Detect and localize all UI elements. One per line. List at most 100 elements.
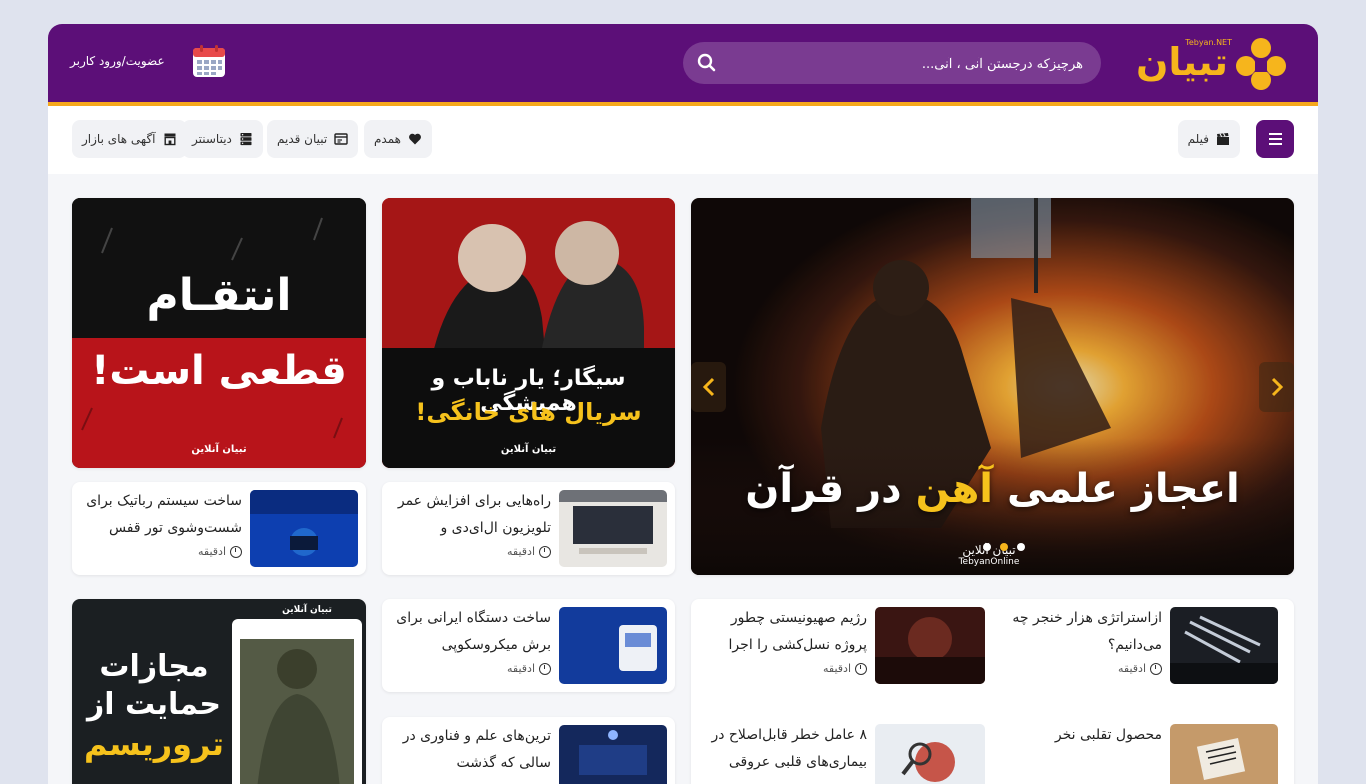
- store-icon: [164, 133, 176, 146]
- slider-next-button[interactable]: [1259, 362, 1294, 412]
- news-time: ادقیقه: [1118, 662, 1162, 675]
- poster-revenge-image: [72, 198, 366, 468]
- calendar-icon[interactable]: [192, 44, 226, 78]
- news-thumbnail: [1170, 724, 1278, 784]
- nav-item-market-ads[interactable]: آگهی های بازار: [72, 120, 187, 158]
- slider-dot[interactable]: [1017, 543, 1026, 551]
- search-icon[interactable]: [697, 53, 717, 73]
- logo-mark-icon: [1236, 38, 1286, 90]
- news-title[interactable]: محصول تقلبی نخر: [1012, 722, 1162, 749]
- news-card[interactable]: ترین‌های علم و فناوری در سالی که گذشت: [382, 717, 675, 784]
- nav-item-label: همدم: [374, 132, 401, 146]
- microscope-thumbnail-image: [559, 607, 667, 684]
- hamburger-menu-button[interactable]: [1256, 120, 1294, 158]
- nav-item-hamdam[interactable]: همدم: [364, 120, 432, 158]
- news-thumbnail: [875, 607, 985, 684]
- news-title[interactable]: ازاستراتژی هزار خنجر چه می‌دانیم؟: [1012, 605, 1162, 659]
- login-link[interactable]: عضویت/ورود کاربر: [70, 54, 165, 68]
- poster-cigar[interactable]: سیگار؛ یار ناباب و همیشگی سریال های خانگ…: [382, 198, 675, 468]
- news-time-text: ادقیقه: [1118, 662, 1146, 675]
- clock-icon: [855, 662, 867, 675]
- daggers-thumbnail-image: [1170, 607, 1278, 684]
- hamburger-line: [1269, 143, 1282, 145]
- poster-revenge[interactable]: انتقـام قطعی است! تبیان آنلاین: [72, 198, 366, 468]
- news-item[interactable]: ۸ عامل خطر قابل‌اصلاح در بیماری‌های قلبی…: [703, 716, 993, 784]
- search-bar: [683, 42, 1101, 84]
- poster-revenge-line2: قطعی است!: [91, 348, 347, 394]
- nav-item-old-tebyan[interactable]: تبیان قدیم: [267, 120, 359, 158]
- heart-icon: [409, 133, 421, 145]
- server-icon: [240, 133, 252, 146]
- news-title[interactable]: ساخت سیستم رباتیک برای شست‌وشوی تور قفس: [82, 488, 242, 542]
- news-item[interactable]: محصول تقلبی نخر: [996, 716, 1286, 784]
- poster-cigar-image: [382, 198, 675, 468]
- science-year-thumbnail-image: [559, 725, 667, 784]
- chevron-left-icon: [702, 377, 715, 397]
- news-time-text: ادقیقه: [823, 662, 851, 675]
- robot-thumbnail-image: [250, 490, 358, 567]
- poster-terrorism-line2: حمایت از: [86, 687, 222, 722]
- news-item[interactable]: رژیم صهیونیستی چطور پروژه نسل‌کشی را اجر…: [703, 599, 993, 689]
- clock-icon: [539, 662, 551, 675]
- news-thumbnail: [559, 607, 667, 684]
- news-time-text: ادقیقه: [507, 545, 535, 558]
- slider-prev-button[interactable]: [691, 362, 726, 412]
- news-time: ادقیقه: [823, 662, 867, 675]
- nav-item-film[interactable]: فیلم: [1177, 120, 1240, 158]
- top-header: تبیان Tebyan.NET عضویت/ورود کاربر: [48, 24, 1318, 106]
- clapperboard-icon: [1217, 133, 1229, 145]
- slider-dot[interactable]: [983, 543, 991, 551]
- poster-terrorism-brand: تبیان آنلاین: [282, 605, 332, 615]
- hamburger-line: [1269, 133, 1282, 135]
- slider-dot-active[interactable]: [1000, 543, 1009, 551]
- poster-revenge-line1: انتقـام: [146, 270, 292, 321]
- nav-item-label: فیلم: [1187, 132, 1209, 146]
- news-card[interactable]: ساخت سیستم رباتیک برای شست‌وشوی تور قفس …: [72, 482, 366, 575]
- hero-brand-en: TebyanOnline: [958, 557, 1020, 567]
- page-frame: تبیان Tebyan.NET عضویت/ورود کاربر: [48, 24, 1318, 784]
- slider-dots: [981, 536, 1027, 555]
- poster-cigar-brand: تبیان آنلاین: [500, 444, 557, 455]
- nav-item-label: دیتاسنتر: [192, 132, 232, 146]
- poster-revenge-brand: تبیان آنلاین: [191, 444, 247, 455]
- news-thumbnail: [875, 724, 985, 784]
- zionism-thumbnail-image: [875, 607, 985, 684]
- poster-terrorism[interactable]: مجازات حمایت از تروریسم تبیان آنلاین: [72, 599, 366, 784]
- poster-terrorism-line3: تروریسم: [84, 725, 224, 763]
- nav-bar: فیلم همدم تبیان قدیم دیتاسنتر آگهی های ب…: [48, 106, 1318, 174]
- hero-title-part1: اعجاز علمی: [1006, 466, 1240, 512]
- hero-slider[interactable]: اعجاز علمی آهن در قرآن تبیان آنلاین Teby…: [691, 198, 1294, 575]
- news-thumbnail: [250, 490, 358, 567]
- hero-title-part3: در قرآن: [745, 466, 902, 512]
- counterfeit-thumbnail-image: [1170, 724, 1278, 784]
- news-time: ادقیقه: [198, 545, 242, 558]
- news-thumbnail: [1170, 607, 1278, 684]
- site-logo[interactable]: تبیان Tebyan.NET: [1128, 36, 1288, 90]
- tv-thumbnail-image: [559, 490, 667, 567]
- news-time-text: ادقیقه: [507, 662, 535, 675]
- hero-title-part2: آهن: [915, 466, 994, 512]
- news-item[interactable]: ازاستراتژی هزار خنجر چه می‌دانیم؟ ادقیقه: [996, 599, 1286, 689]
- nav-item-datacenter[interactable]: دیتاسنتر: [182, 120, 263, 158]
- news-title[interactable]: ترین‌های علم و فناوری در سالی که گذشت: [391, 723, 551, 777]
- nav-item-label: تبیان قدیم: [277, 132, 328, 146]
- clock-icon: [230, 545, 242, 558]
- news-card[interactable]: راه‌هایی برای افزایش عمر تلویزیون ال‌ای‌…: [382, 482, 675, 575]
- news-title[interactable]: راه‌هایی برای افزایش عمر تلویزیون ال‌ای‌…: [391, 488, 551, 542]
- window-icon: [334, 133, 348, 145]
- news-time: ادقیقه: [507, 662, 551, 675]
- clock-icon: [539, 545, 551, 558]
- search-input[interactable]: [741, 50, 1085, 78]
- poster-terrorism-line1: مجازات: [99, 649, 209, 684]
- news-card[interactable]: ساخت دستگاه ایرانی برای برش میکروسکوپی ا…: [382, 599, 675, 692]
- news-thumbnail: [559, 725, 667, 784]
- news-title[interactable]: ساخت دستگاه ایرانی برای برش میکروسکوپی: [391, 605, 551, 659]
- poster-cigar-line2: سریال های خانگی!: [415, 398, 642, 426]
- hero-title[interactable]: اعجاز علمی آهن در قرآن: [691, 466, 1294, 512]
- news-title[interactable]: رژیم صهیونیستی چطور پروژه نسل‌کشی را اجر…: [717, 605, 867, 659]
- heart-health-thumbnail-image: [875, 724, 985, 784]
- news-time-text: ادقیقه: [198, 545, 226, 558]
- hamburger-line: [1269, 138, 1282, 140]
- news-time: ادقیقه: [507, 545, 551, 558]
- hero-image-foundry: [691, 198, 1294, 575]
